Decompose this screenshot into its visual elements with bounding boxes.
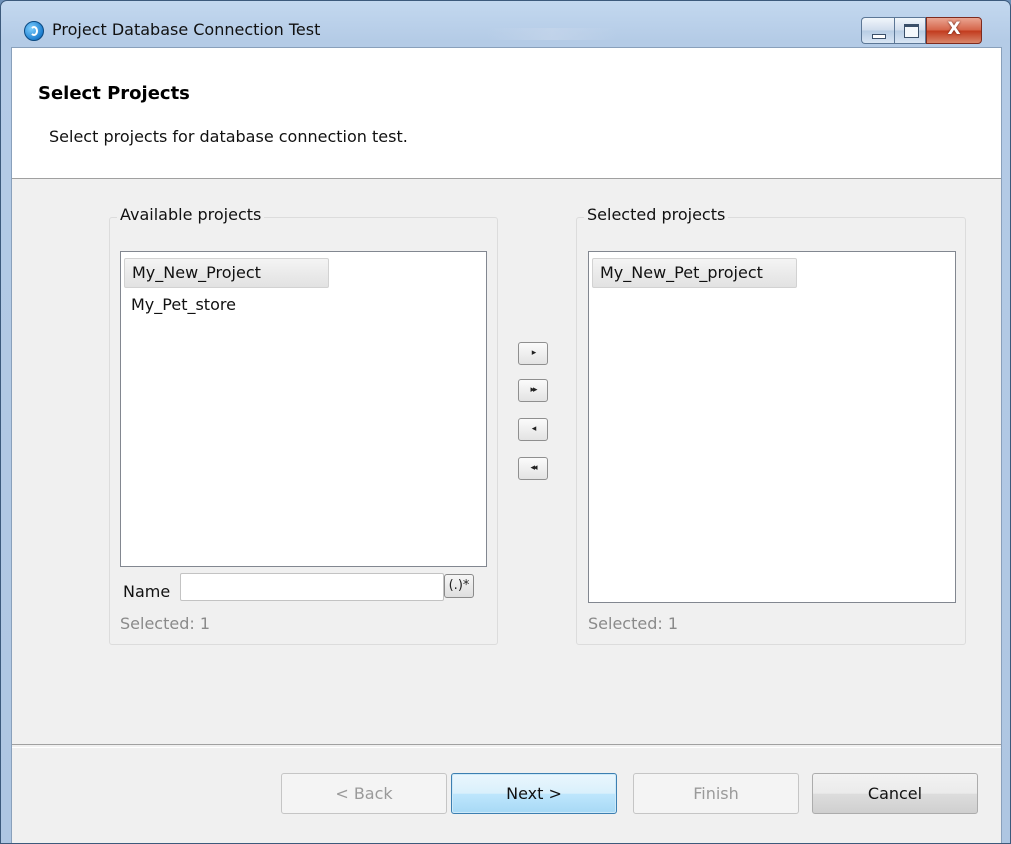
dialog-client-area: Select Projects Select projects for data… <box>11 47 1002 843</box>
footer-divider <box>12 744 1001 748</box>
page-title: Select Projects <box>38 83 190 104</box>
list-item[interactable]: My_New_Pet_project <box>592 258 797 288</box>
selected-projects-group: Selected projects My_New_Pet_project Sel… <box>576 205 966 645</box>
dialog-window: Project Database Connection Test X Selec… <box>0 0 1011 844</box>
available-projects-group: Available projects My_New_Project My_Pet… <box>109 205 498 645</box>
available-selected-count: Selected: 1 <box>120 614 211 633</box>
list-item[interactable]: My_New_Project <box>124 258 329 288</box>
remove-all-button[interactable]: ◂◂ <box>518 457 548 480</box>
available-projects-label: Available projects <box>117 205 265 224</box>
name-filter-label: Name <box>123 582 171 601</box>
selected-projects-list[interactable]: My_New_Pet_project <box>588 251 956 603</box>
add-all-button[interactable]: ▸▸ <box>518 379 548 402</box>
add-button[interactable]: ▸ <box>518 342 548 365</box>
wizard-header: Select Projects Select projects for data… <box>12 48 1001 179</box>
next-button[interactable]: Next > <box>451 773 617 814</box>
close-button[interactable]: X <box>926 17 982 44</box>
cancel-button[interactable]: Cancel <box>812 773 978 814</box>
window-controls: X <box>861 17 982 44</box>
title-bar-background-blur <box>487 28 617 40</box>
regex-toggle-button[interactable]: (.)* <box>444 574 474 598</box>
remove-button[interactable]: ◂ <box>518 418 548 441</box>
finish-button[interactable]: Finish <box>633 773 799 814</box>
selected-count: Selected: 1 <box>588 614 679 633</box>
available-projects-list[interactable]: My_New_Project My_Pet_store <box>120 251 487 567</box>
selected-projects-label: Selected projects <box>584 205 729 224</box>
list-item[interactable]: My_Pet_store <box>124 290 243 320</box>
maximize-button[interactable] <box>894 17 926 44</box>
window-title: Project Database Connection Test <box>52 20 321 39</box>
name-filter-input[interactable] <box>180 573 444 601</box>
page-description: Select projects for database connection … <box>49 127 408 146</box>
minimize-button[interactable] <box>861 17 894 44</box>
close-icon: X <box>947 19 961 39</box>
back-button[interactable]: < Back <box>281 773 447 814</box>
app-icon <box>24 21 44 41</box>
title-bar[interactable]: Project Database Connection Test X <box>1 1 1010 47</box>
